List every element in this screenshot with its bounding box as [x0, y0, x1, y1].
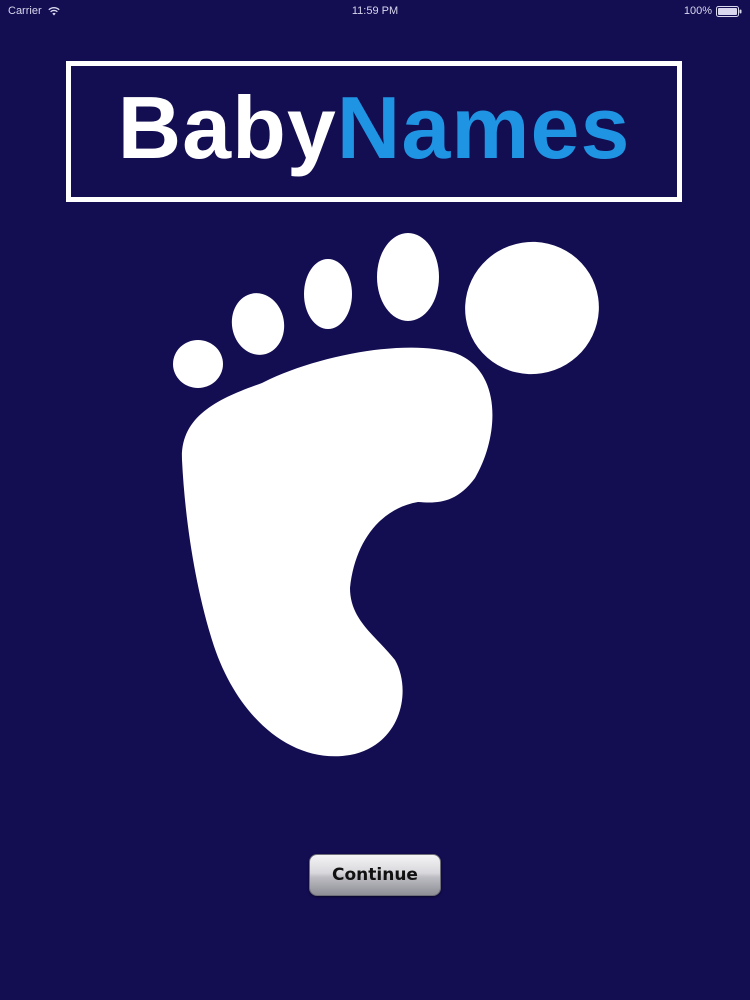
toe-fourth — [231, 293, 285, 355]
status-time: 11:59 PM — [351, 5, 399, 17]
battery-percent: 100% — [683, 5, 712, 17]
logo-word-baby: Baby — [117, 77, 337, 177]
toe-second — [377, 233, 439, 321]
battery-icon — [716, 5, 742, 17]
toe-little — [173, 340, 223, 388]
logo-word-names: Names — [336, 77, 631, 177]
sole — [181, 347, 493, 757]
continue-button[interactable]: Continue — [309, 854, 441, 896]
baby-footprint-icon — [173, 233, 599, 757]
logo-text: BabyNames — [118, 83, 631, 172]
toe-third — [304, 259, 352, 329]
app-logo: BabyNames — [66, 61, 682, 202]
status-bar: Carrier 11:59 PM 100% — [0, 0, 750, 22]
continue-area: Continue — [0, 854, 750, 896]
status-right: 100% — [684, 0, 742, 22]
